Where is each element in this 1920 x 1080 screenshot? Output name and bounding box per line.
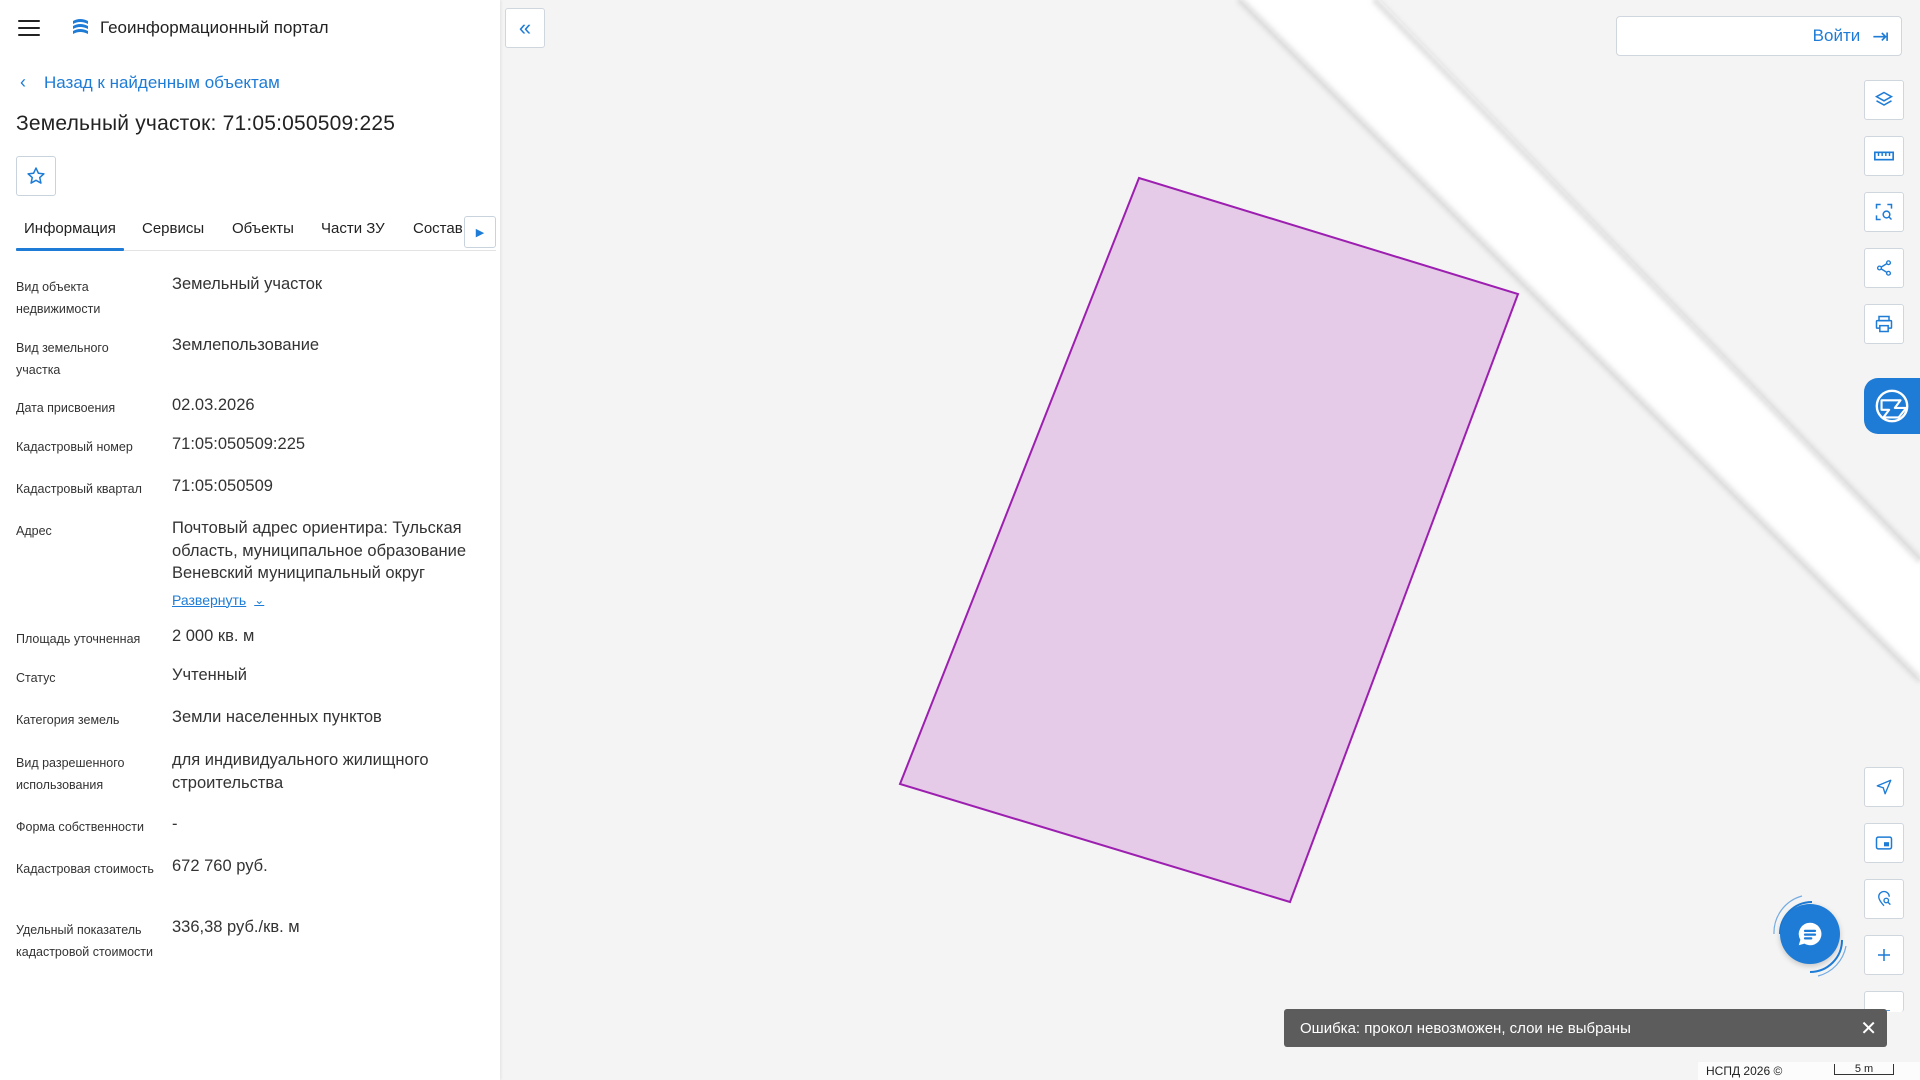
info-value: 71:05:050509:225 — [172, 435, 306, 453]
info-value: Учтенный — [172, 666, 247, 684]
picture-in-picture-icon — [1875, 836, 1893, 850]
share-button[interactable] — [1864, 248, 1904, 288]
info-label: Вид разрешенного использования — [16, 756, 125, 792]
share-icon — [1876, 260, 1892, 276]
search-location-button[interactable] — [1864, 879, 1904, 919]
toast-message: Ошибка: прокол невозможен, слои не выбра… — [1300, 1019, 1631, 1037]
info-value: 672 760 руб. — [172, 857, 268, 875]
info-label: Площадь уточненная — [16, 632, 141, 646]
ruler-button[interactable] — [1864, 136, 1904, 176]
tab-services[interactable]: Сервисы — [142, 220, 204, 237]
chevron-left-icon: ‹ — [20, 72, 26, 92]
expand-link-label: Развернуть — [172, 591, 247, 608]
map-canvas[interactable] — [500, 0, 1920, 1080]
info-value: Земельный участок — [172, 275, 323, 293]
info-value: 2 000 кв. м — [172, 627, 255, 645]
plus-icon — [1878, 949, 1890, 961]
login-icon: ⇥ — [1872, 25, 1889, 48]
info-value: для индивидуального жилищного строительс… — [172, 751, 429, 792]
info-value: - — [172, 815, 178, 833]
info-value-wrap: Почтовый адрес ориентира: Тульская облас… — [172, 517, 482, 611]
nspd-assistant-button[interactable] — [1864, 378, 1920, 434]
info-label: Вид объекта недвижимости — [16, 280, 101, 316]
tab-parts[interactable]: Части ЗУ — [321, 220, 385, 237]
info-label: Кадастровая стоимость — [16, 862, 154, 876]
info-value: Землепользование — [172, 336, 320, 354]
caret-right-icon: ▶ — [475, 226, 485, 239]
double-chevron-left-icon: « — [518, 15, 532, 40]
info-sidebar: Геоинформационный портал ‹ Назад к найде… — [0, 0, 500, 1080]
navigation-arrow-icon — [1876, 779, 1892, 795]
info-value: 02.03.2026 — [172, 396, 255, 414]
info-value: 71:05:050509 — [172, 477, 273, 495]
address-value: Почтовый адрес ориентира: Тульская облас… — [172, 519, 467, 582]
portal-logo — [73, 19, 88, 34]
expand-address-link[interactable]: Развернуть ⌄ — [172, 589, 264, 612]
scale-label: 5 m — [1854, 1063, 1874, 1075]
tab-objects[interactable]: Объекты — [232, 220, 294, 237]
info-label: Кадастровый номер — [16, 440, 133, 454]
map-scale-bar: 5 m — [1834, 1064, 1894, 1075]
printer-icon — [1875, 315, 1893, 333]
error-toast: Ошибка: прокол невозможен, слои не выбра… — [1284, 1009, 1887, 1047]
area-select-button[interactable] — [1864, 192, 1904, 232]
login-label: Войти — [1812, 26, 1861, 45]
zoom-in-button[interactable] — [1864, 935, 1904, 975]
layers-icon — [1874, 91, 1894, 106]
close-icon[interactable]: ✕ — [1860, 1016, 1877, 1041]
layers-button[interactable] — [1864, 80, 1904, 120]
tab-composition[interactable]: Состав — [413, 220, 463, 237]
select-area-icon — [1875, 203, 1893, 221]
chat-button[interactable] — [1780, 904, 1840, 964]
tab-bar: Информация Сервисы Объекты Части ЗУ Сост… — [16, 212, 496, 251]
info-label: Дата присвоения — [16, 401, 116, 415]
favorite-button[interactable] — [16, 156, 56, 196]
sidebar-header: Геоинформационный портал — [0, 0, 500, 56]
copyright-text: НСПД 2026 © — [1706, 1064, 1783, 1078]
geolocation-button[interactable] — [1864, 767, 1904, 807]
collapse-sidebar-button[interactable]: « — [505, 8, 545, 48]
chevron-down-icon: ⌄ — [254, 592, 265, 607]
tabs-scroll-right-button[interactable]: ▶ — [464, 216, 496, 248]
print-button[interactable] — [1864, 304, 1904, 344]
ruler-icon — [1874, 151, 1894, 161]
chat-bubble-icon — [1798, 922, 1822, 946]
star-icon — [27, 167, 45, 184]
login-button[interactable]: Войти ⇥ — [1616, 16, 1902, 56]
tab-info[interactable]: Информация — [16, 220, 124, 251]
info-label: Статус — [16, 671, 56, 685]
info-value: 336,38 руб./кв. м — [172, 918, 300, 936]
nspd-logo-icon — [1875, 389, 1909, 423]
back-link-label: Назад к найденным объектам — [44, 72, 280, 92]
back-to-results-link[interactable]: ‹ Назад к найденным объектам — [20, 72, 280, 93]
info-label: Удельный показатель кадастровой стоимост… — [16, 923, 153, 959]
page-title: Земельный участок: 71:05:050509:225 — [16, 112, 396, 135]
info-label: Кадастровый квартал — [16, 482, 142, 496]
info-value: Земли населенных пунктов — [172, 708, 382, 726]
info-label: Форма собственности — [16, 820, 144, 834]
info-label: Категория земель — [16, 713, 120, 727]
location-search-icon — [1878, 890, 1891, 907]
info-label: Адрес — [16, 524, 52, 538]
info-label: Вид земельного участка — [16, 341, 109, 377]
menu-icon[interactable] — [18, 20, 40, 36]
app-title: Геоинформационный портал — [100, 18, 329, 37]
minimap-button[interactable] — [1864, 823, 1904, 863]
